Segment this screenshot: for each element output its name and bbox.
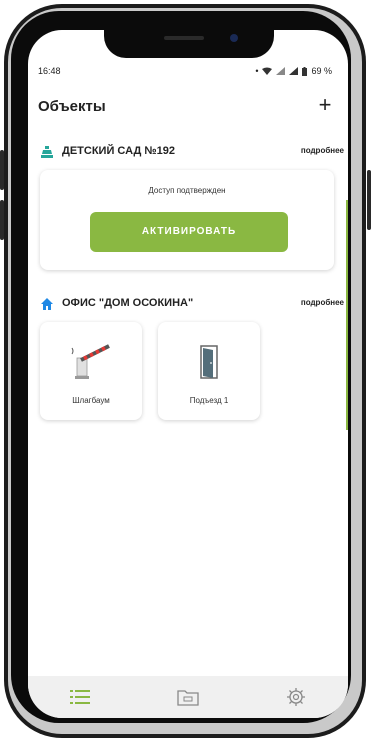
object-name: ОФИС "ДОМ ОСОКИНА" (62, 297, 194, 309)
device-label: Шлагбаум (72, 396, 110, 405)
front-camera (230, 34, 238, 42)
notch (104, 30, 274, 58)
device-label: Подъезд 1 (189, 396, 229, 405)
power-button (367, 170, 371, 230)
battery-level: 69 % (311, 66, 332, 76)
list-icon[interactable] (68, 686, 92, 708)
details-link[interactable]: подробнее (301, 298, 344, 307)
page-title: Объекты (38, 98, 106, 115)
status-time: 16:48 (38, 66, 61, 76)
details-link[interactable]: подробнее (301, 146, 344, 155)
building-icon (41, 146, 53, 158)
wifi-icon (262, 67, 273, 75)
signal-icon (276, 67, 286, 75)
door-icon (200, 345, 218, 379)
dot-icon: • (255, 66, 259, 76)
battery-icon (302, 66, 308, 76)
status-icons: • 69 % (255, 66, 332, 76)
folder-icon[interactable] (176, 686, 200, 708)
access-card: Доступ подтвержден АКТИВИРОВАТЬ (40, 170, 334, 270)
object-header[interactable]: ОФИС "ДОМ ОСОКИНА" подробнее (38, 296, 344, 312)
gear-icon[interactable] (284, 686, 308, 708)
access-status: Доступ подтвержден (148, 186, 226, 195)
side-button (0, 150, 4, 190)
status-bar: 16:48 • 69 % (28, 66, 348, 80)
device-tile[interactable]: Подъезд 1 (158, 322, 260, 420)
speaker (164, 36, 204, 40)
side-button (0, 200, 4, 240)
add-object-button[interactable]: + (314, 92, 336, 118)
barrier-icon (71, 344, 110, 379)
device-tile[interactable]: Шлагбаум (40, 322, 142, 420)
scroll-indicator (346, 200, 348, 430)
object-name: ДЕТСКИЙ САД №192 (62, 145, 175, 157)
activate-button[interactable]: АКТИВИРОВАТЬ (90, 212, 288, 252)
signal-icon (289, 67, 299, 75)
home-icon (41, 298, 53, 310)
bottom-nav (28, 676, 348, 718)
object-header[interactable]: ДЕТСКИЙ САД №192 подробнее (38, 144, 344, 160)
app-screen: 16:48 • 69 % Объекты + ДЕТСКИЙ САД №192 … (28, 30, 348, 718)
